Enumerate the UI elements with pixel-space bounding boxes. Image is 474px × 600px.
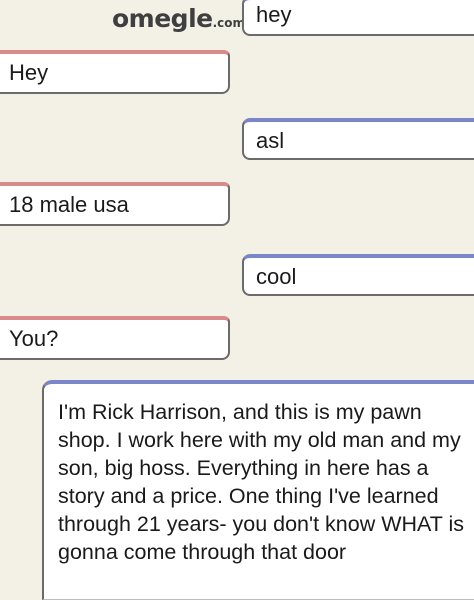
message-text: hey <box>256 2 292 27</box>
message-text: 18 male usa <box>9 192 129 217</box>
message-text: Hey <box>9 60 49 85</box>
sent-message-bubble: cool <box>242 254 474 296</box>
message-text: asl <box>256 128 285 153</box>
logo-domain: .com <box>212 16 246 30</box>
received-message-bubble: You? <box>0 316 230 360</box>
omegle-logo: omegle.com <box>112 4 245 38</box>
received-message-bubble: Hey <box>0 50 230 94</box>
sent-message-bubble: asl <box>242 118 474 160</box>
sent-message-bubble-long: I'm Rick Harrison, and this is my pawn s… <box>42 380 474 600</box>
logo-word: omegle <box>112 4 213 33</box>
message-text: cool <box>256 264 297 289</box>
message-text: I'm Rick Harrison, and this is my pawn s… <box>58 400 465 564</box>
sent-message-bubble: hey <box>242 0 474 36</box>
received-message-bubble: 18 male usa <box>0 182 230 226</box>
message-text: You? <box>9 326 59 351</box>
